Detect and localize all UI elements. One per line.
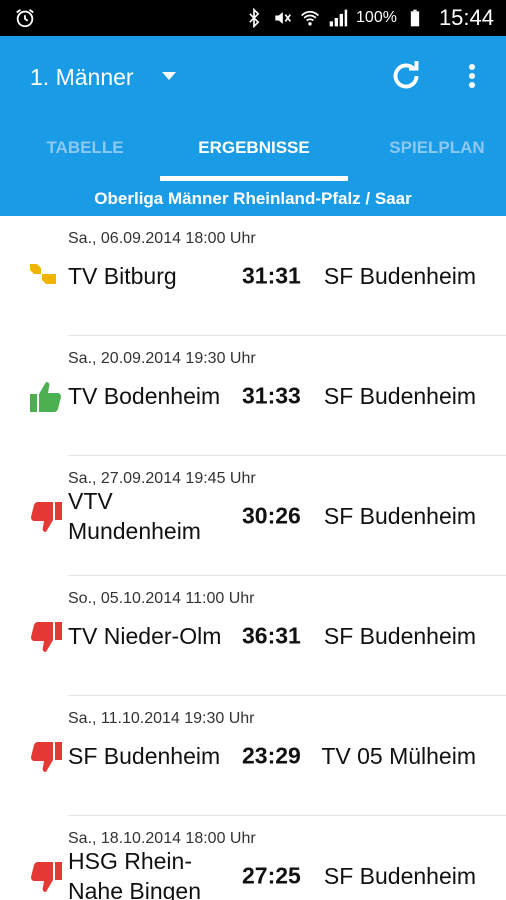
dropdown-arrow-icon[interactable]	[162, 72, 176, 80]
battery-icon	[410, 9, 420, 27]
match-row[interactable]: Sa., 11.10.2014 19:30 Uhr SF Budenheim 23:…	[0, 696, 506, 816]
match-row[interactable]: Sa., 18.10.2014 18:00 Uhr HSG Rhein-Nahe …	[0, 816, 506, 900]
match-date: So., 05.10.2014 11:00 Uhr	[68, 590, 255, 607]
away-team: SF Budenheim	[323, 383, 476, 409]
match-row[interactable]: Sa., 06.09.2014 18:00 Uhr TV Bitburg 31:31…	[0, 216, 506, 336]
thumbs-up-icon	[28, 380, 64, 414]
active-tab-indicator	[160, 176, 348, 181]
home-team: VTV Mundenheim	[68, 488, 201, 544]
alarm-icon	[16, 9, 34, 28]
results-list[interactable]: Sa., 06.09.2014 18:00 Uhr TV Bitburg 31:31…	[0, 216, 506, 900]
match-score: 31:31	[242, 262, 301, 289]
match-score: 27:25	[242, 862, 301, 889]
match-row[interactable]: So., 05.10.2014 11:00 Uhr TV Nieder-Olm 36…	[0, 576, 506, 696]
tab-tabelle[interactable]: TABELLE	[0, 120, 170, 182]
match-row[interactable]: Sa., 20.09.2014 19:30 Uhr TV Bodenheim 31:…	[0, 336, 506, 456]
thumbs-down-icon	[28, 740, 64, 774]
home-team: TV Bodenheim	[68, 383, 221, 409]
mute-icon	[275, 12, 292, 24]
match-score: 36:31	[242, 622, 301, 649]
tab-ergebnisse[interactable]: ERGEBNISSE	[160, 120, 348, 182]
clock: 15:44	[438, 5, 494, 30]
status-bar: 100% 15:44	[0, 0, 506, 36]
thumbs-down-icon	[28, 620, 64, 654]
bluetooth-icon	[249, 8, 260, 28]
match-row[interactable]: Sa., 27.09.2014 19:45 Uhr VTV Mundenheim 3…	[0, 456, 506, 576]
more-vert-icon[interactable]	[460, 60, 484, 92]
thumbs-down-icon	[28, 500, 64, 534]
league-header: Oberliga Männer Rheinland-Pfalz / Saar	[0, 182, 506, 216]
tab-spielplan[interactable]: SPIELPLAN	[352, 120, 506, 182]
home-team: SF Budenheim	[68, 743, 221, 769]
home-team: TV Bitburg	[68, 263, 177, 289]
battery-percentage: 100%	[356, 9, 397, 26]
match-score: 31:33	[242, 382, 301, 409]
thumbs-draw-icon	[28, 260, 64, 294]
team-selector[interactable]: 1. Männer	[30, 64, 134, 91]
away-team: TV 05 Mülheim	[321, 743, 476, 769]
match-date: Sa., 11.10.2014 19:30 Uhr	[68, 710, 255, 727]
home-team: TV Nieder-Olm	[68, 623, 222, 649]
tab-bar: TABELLE ERGEBNISSE SPIELPLAN	[0, 120, 506, 182]
refresh-icon[interactable]	[388, 58, 424, 94]
wifi-icon	[301, 10, 319, 26]
signal-icon	[329, 9, 348, 27]
match-score: 30:26	[242, 502, 301, 529]
away-team: SF Budenheim	[323, 263, 476, 289]
match-date: Sa., 06.09.2014 18:00 Uhr	[68, 230, 256, 247]
app-bar: 1. Männer	[0, 36, 506, 120]
match-score: 23:29	[242, 742, 301, 769]
away-team: SF Budenheim	[323, 503, 476, 529]
match-date: Sa., 20.09.2014 19:30 Uhr	[68, 350, 256, 367]
thumbs-down-icon	[28, 860, 64, 894]
away-team: SF Budenheim	[323, 863, 476, 889]
away-team: SF Budenheim	[323, 623, 476, 649]
home-team: HSG Rhein-Nahe Bingen	[68, 848, 201, 900]
